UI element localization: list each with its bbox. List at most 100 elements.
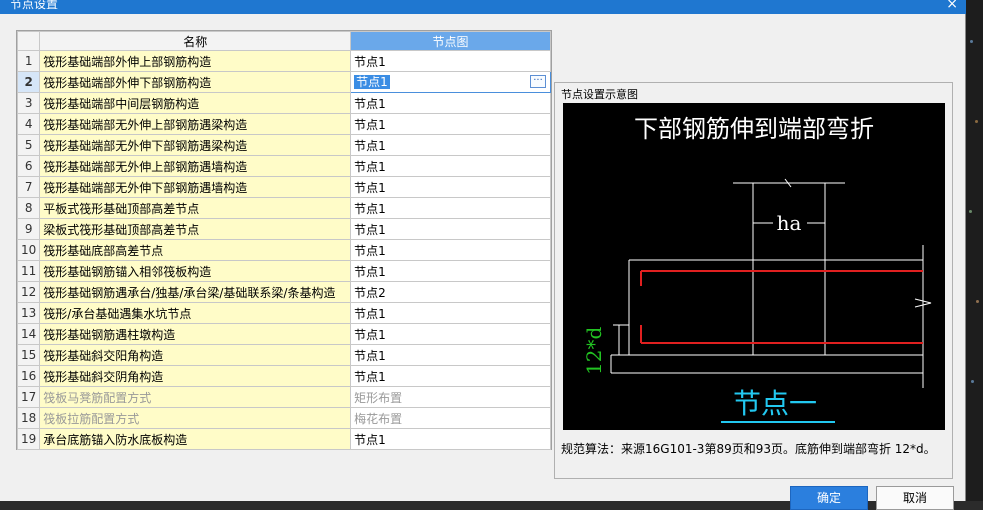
algorithm-note: 规范算法：来源16G101-3第89页和93页。底筋伸到端部弯折 12*d。 — [561, 442, 936, 456]
row-number[interactable]: 13 — [16, 302, 41, 324]
table-header-row: 名称 节点图 — [16, 31, 551, 51]
table-row[interactable]: 5 筏形基础端部无外伸下部钢筋遇梁构造 节点1 — [16, 134, 551, 156]
row-name-cell[interactable]: 平板式筏形基础顶部高差节点 — [39, 197, 352, 219]
row-name-cell[interactable]: 筏形基础钢筋遇承台/独基/承台梁/基础联系梁/条基构造 — [39, 281, 352, 303]
table-row[interactable]: 1 筏形基础端部外伸上部钢筋构造 节点1 — [16, 50, 551, 72]
diagram-title: 下部钢筋伸到端部弯折 — [634, 115, 874, 143]
window-title: 节点设置 — [10, 0, 59, 11]
row-name-cell[interactable]: 筏形基础端部无外伸下部钢筋遇墙构造 — [39, 176, 352, 198]
row-name-cell[interactable]: 筏形基础端部无外伸下部钢筋遇梁构造 — [39, 134, 352, 156]
row-value-cell[interactable]: 矩形布置 — [350, 386, 551, 408]
row-name-cell[interactable]: 筏形基础斜交阳角构造 — [39, 344, 352, 366]
row-number[interactable]: 3 — [16, 92, 41, 114]
row-value-cell[interactable]: 节点1 — [350, 260, 551, 282]
table-row[interactable]: 15 筏形基础斜交阳角构造 节点1 — [16, 344, 551, 366]
row-number[interactable]: 2 — [16, 71, 41, 93]
table-row[interactable]: 14 筏形基础钢筋遇柱墩构造 节点1 — [16, 323, 551, 345]
table-row[interactable]: 16 筏形基础斜交阴角构造 节点1 — [16, 365, 551, 387]
row-number[interactable]: 19 — [16, 428, 41, 450]
preview-label: 节点设置示意图 — [561, 88, 638, 101]
ok-button[interactable]: 确定 — [790, 486, 868, 510]
row-value-cell[interactable]: 节点1 — [350, 134, 551, 156]
table-row[interactable]: 18 筏板拉筋配置方式 梅花布置 — [16, 407, 551, 429]
table-row[interactable]: 6 筏形基础端部无外伸上部钢筋遇墙构造 节点1 — [16, 155, 551, 177]
row-name-cell[interactable]: 承台底筋锚入防水底板构造 — [39, 428, 352, 450]
diagram-canvas: 下部钢筋伸到端部弯折 ha 12*d 节点一 — [563, 103, 945, 430]
row-value-cell[interactable]: 节点1 — [350, 176, 551, 198]
background-mark — [969, 210, 972, 213]
row-value-cell[interactable]: 节点1 — [350, 155, 551, 177]
row-number[interactable]: 14 — [16, 323, 41, 345]
row-value-cell[interactable]: 节点1 — [350, 113, 551, 135]
row-name-cell[interactable]: 筏形基础端部中间层钢筋构造 — [39, 92, 352, 114]
row-name-cell[interactable]: 筏板拉筋配置方式 — [39, 407, 352, 429]
node-label: 节点一 — [733, 387, 817, 420]
table-row[interactable]: 3 筏形基础端部中间层钢筋构造 节点1 — [16, 92, 551, 114]
row-name-cell[interactable]: 筏形基础端部外伸下部钢筋构造 — [39, 71, 352, 93]
table-row[interactable]: 9 梁板式筏形基础顶部高差节点 节点1 — [16, 218, 551, 240]
table-row[interactable]: 10 筏形基础底部高差节点 节点1 — [16, 239, 551, 261]
row-value-cell[interactable]: 节点2 — [350, 281, 551, 303]
row-value-cell[interactable]: 节点1 — [350, 365, 551, 387]
row-number[interactable]: 16 — [16, 365, 41, 387]
row-name-cell[interactable]: 筏形基础钢筋锚入相邻筏板构造 — [39, 260, 352, 282]
table-row[interactable]: 13 筏形/承台基础遇集水坑节点 节点1 — [16, 302, 551, 324]
row-number[interactable]: 1 — [16, 50, 41, 72]
title-bar[interactable]: 节点设置 × — [0, 0, 966, 14]
row-number[interactable]: 5 — [16, 134, 41, 156]
row-number[interactable]: 11 — [16, 260, 41, 282]
table-row[interactable]: 17 筏板马凳筋配置方式 矩形布置 — [16, 386, 551, 408]
row-number[interactable]: 6 — [16, 155, 41, 177]
cancel-button[interactable]: 取消 — [876, 486, 954, 510]
row-number[interactable]: 15 — [16, 344, 41, 366]
dimension-12d: 12*d — [582, 327, 606, 375]
row-number[interactable]: 4 — [16, 113, 41, 135]
foundation-outline — [610, 178, 932, 388]
row-number[interactable]: 8 — [16, 197, 41, 219]
row-value-cell[interactable]: 节点1 — [350, 197, 551, 219]
background-mark — [975, 120, 978, 123]
column-header-diagram[interactable]: 节点图 — [350, 31, 551, 51]
row-value-cell[interactable]: 节点1 ··· — [350, 71, 551, 93]
close-icon[interactable]: × — [946, 0, 958, 12]
row-value-cell[interactable]: 节点1 — [350, 92, 551, 114]
row-number[interactable]: 7 — [16, 176, 41, 198]
row-number[interactable]: 18 — [16, 407, 41, 429]
row-value-cell[interactable]: 节点1 — [350, 323, 551, 345]
table-row[interactable]: 12 筏形基础钢筋遇承台/独基/承台梁/基础联系梁/条基构造 节点2 — [16, 281, 551, 303]
row-number[interactable]: 12 — [16, 281, 41, 303]
background-desktop — [966, 0, 983, 501]
value-editor-text[interactable]: 节点1 — [354, 75, 390, 89]
row-value-cell[interactable]: 节点1 — [350, 218, 551, 240]
row-value-cell[interactable]: 节点1 — [350, 344, 551, 366]
row-value-cell[interactable]: 节点1 — [350, 428, 551, 450]
row-name-cell[interactable]: 筏形基础端部无外伸上部钢筋遇梁构造 — [39, 113, 352, 135]
row-number[interactable]: 17 — [16, 386, 41, 408]
background-mark — [976, 300, 979, 303]
table-row[interactable]: 19 承台底筋锚入防水底板构造 节点1 — [16, 428, 551, 450]
row-name-cell[interactable]: 梁板式筏形基础顶部高差节点 — [39, 218, 352, 240]
table-row[interactable]: 11 筏形基础钢筋锚入相邻筏板构造 节点1 — [16, 260, 551, 282]
row-name-cell[interactable]: 筏形/承台基础遇集水坑节点 — [39, 302, 352, 324]
table-row[interactable]: 4 筏形基础端部无外伸上部钢筋遇梁构造 节点1 — [16, 113, 551, 135]
row-number[interactable]: 10 — [16, 239, 41, 261]
row-name-cell[interactable]: 筏形基础底部高差节点 — [39, 239, 352, 261]
table-row[interactable]: 2 筏形基础端部外伸下部钢筋构造 节点1 ··· — [16, 71, 551, 93]
row-name-cell[interactable]: 筏形基础端部外伸上部钢筋构造 — [39, 50, 352, 72]
ellipsis-icon[interactable]: ··· — [530, 75, 546, 88]
row-name-cell[interactable]: 筏形基础钢筋遇柱墩构造 — [39, 323, 352, 345]
row-value-cell[interactable]: 节点1 — [350, 50, 551, 72]
row-value-cell[interactable]: 节点1 — [350, 302, 551, 324]
background-mark — [971, 380, 974, 383]
row-name-cell[interactable]: 筏板马凳筋配置方式 — [39, 386, 352, 408]
node-diagram: 下部钢筋伸到端部弯折 ha 12*d 节点一 — [582, 115, 932, 423]
settings-table: 名称 节点图 1 筏形基础端部外伸上部钢筋构造 节点1 2 筏形基础端部外伸下部钢筋构造… — [16, 31, 551, 450]
row-name-cell[interactable]: 筏形基础端部无外伸上部钢筋遇墙构造 — [39, 155, 352, 177]
row-value-cell[interactable]: 梅花布置 — [350, 407, 551, 429]
table-row[interactable]: 7 筏形基础端部无外伸下部钢筋遇墙构造 节点1 — [16, 176, 551, 198]
row-value-cell[interactable]: 节点1 — [350, 239, 551, 261]
table-row[interactable]: 8 平板式筏形基础顶部高差节点 节点1 — [16, 197, 551, 219]
row-name-cell[interactable]: 筏形基础斜交阴角构造 — [39, 365, 352, 387]
column-header-name[interactable]: 名称 — [39, 31, 352, 51]
row-number[interactable]: 9 — [16, 218, 41, 240]
